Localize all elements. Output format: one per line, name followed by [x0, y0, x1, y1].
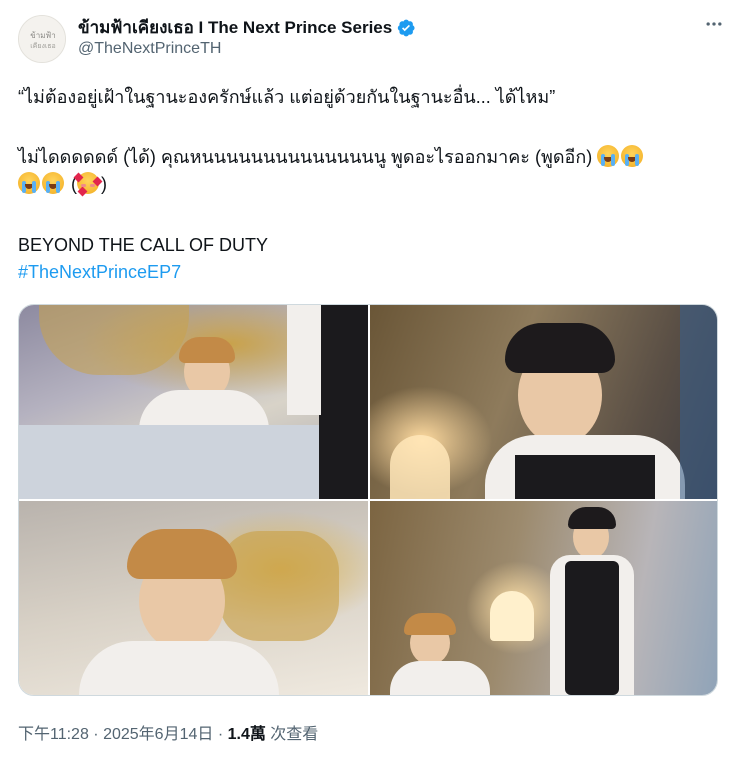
tweet-text-line-1: “ไม่ต้องอยู่เฝ้าในฐานะองครักษ์แล้ว แต่อย…: [18, 87, 556, 107]
loudly-crying-face-icon: [42, 172, 64, 194]
view-count: 1.4萬: [227, 726, 266, 743]
author-handle[interactable]: @TheNextPrinceTH: [78, 40, 221, 58]
photo-grid: [18, 304, 718, 696]
loudly-crying-face-icon: [621, 145, 644, 167]
meta-separator: ·: [213, 726, 228, 743]
tweet-text-line-2: ไม่ไดดดดดด์ (ได้) คุณหนนนนนนนนนนนนนนนู พ…: [18, 144, 722, 198]
meta-separator: ·: [88, 726, 104, 743]
smiling-face-with-hearts-icon: [73, 172, 103, 197]
tweet: ข้ามฟ้า เคียงเธอ ข้ามฟ้าเคียงเธอ I The N…: [0, 0, 750, 768]
photo-man-in-vest-looking-down[interactable]: [370, 305, 717, 499]
paren-close: ): [101, 174, 107, 194]
more-horizontal-icon[interactable]: [702, 12, 726, 36]
author-name-row: ข้ามฟ้าเคียงเธอ I The Next Prince Series: [78, 14, 416, 41]
photo-boy-on-bed-holding-arm[interactable]: [19, 305, 368, 499]
photo-boy-looking-up[interactable]: [19, 501, 368, 695]
tweet-meta: 下午11:28 · 2025年6月14日 · 1.4萬 次查看: [18, 720, 318, 744]
loudly-crying-face-icon: [597, 145, 620, 167]
tweet-time[interactable]: 下午11:28: [18, 726, 89, 743]
avatar[interactable]: ข้ามฟ้า เคียงเธอ: [18, 15, 66, 63]
svg-text:ข้ามฟ้า: ข้ามฟ้า: [30, 31, 55, 40]
tweet-date[interactable]: 2025年6月14日: [103, 726, 213, 743]
view-label: 次查看: [265, 726, 319, 743]
hashtag-link[interactable]: #TheNextPrinceEP7: [18, 259, 722, 286]
tweet-text-line-2-content: ไม่ไดดดดดด์ (ได้) คุณหนนนนนนนนนนนนนนนู พ…: [18, 147, 598, 167]
tweet-text-line-3: BEYOND THE CALL OF DUTY: [18, 235, 269, 255]
svg-text:เคียงเธอ: เคียงเธอ: [30, 42, 55, 50]
loudly-crying-face-icon: [18, 172, 40, 194]
verified-badge-icon[interactable]: [396, 18, 416, 38]
display-name[interactable]: ข้ามฟ้าเคียงเธอ I The Next Prince Series: [78, 14, 392, 41]
photo-man-standing-by-bed[interactable]: [370, 501, 717, 695]
